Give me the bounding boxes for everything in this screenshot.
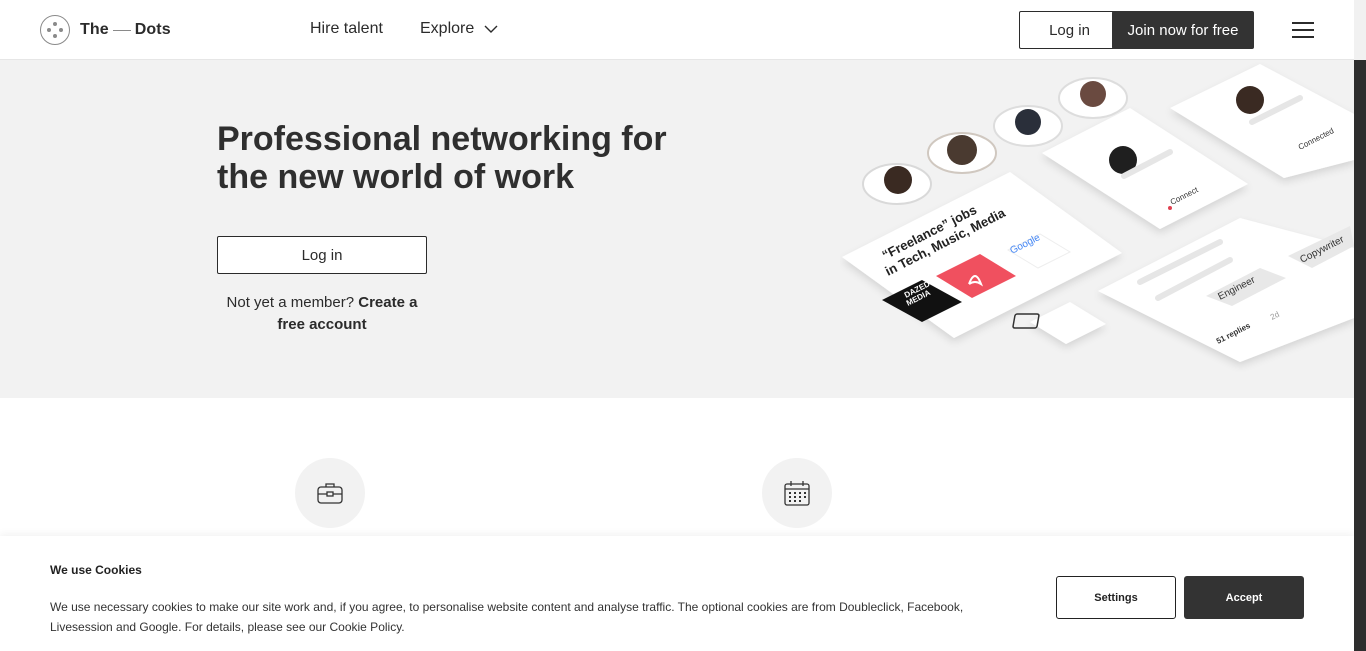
calendar-tile [1030,302,1106,344]
logo-wordmark: The Dots [80,21,171,39]
cookie-text: We use necessary cookies to make our sit… [50,600,964,634]
logo-word-the: The [80,21,109,38]
calendar-icon [784,481,810,506]
hero-illustration: Connect Connected “Freelance” jobs in Te… [842,64,1354,362]
hero-login-button[interactable]: Log in [217,236,427,274]
cookie-banner: We use Cookies We use necessary cookies … [0,536,1354,651]
avatar [884,166,912,194]
logo-dash [112,29,131,31]
cookie-title: We use Cookies [50,563,142,577]
briefcase-icon [317,483,343,504]
avatar [1236,86,1264,114]
avatar [1015,109,1041,135]
logo-link[interactable]: The Dots [40,15,171,45]
nav-hire-talent[interactable]: Hire talent [310,20,383,38]
site-header: The Dots Hire talent Explore Log in Join… [0,0,1354,60]
hero-section: Professional networking for the new worl… [0,60,1354,398]
avatar [1080,81,1106,107]
header-login-button[interactable]: Log in [1019,11,1120,49]
logo-word-dots: Dots [134,21,171,38]
cookie-settings-button[interactable]: Settings [1056,576,1176,619]
menu-icon[interactable] [1292,22,1314,38]
scrollbar-thumb[interactable] [1354,60,1366,651]
cookie-accept-button[interactable]: Accept [1184,576,1304,619]
member-prompt: Not yet a member? Create a free account [217,292,427,336]
chevron-down-icon [484,25,498,33]
feature-briefcase [295,458,365,528]
avatar [947,135,977,165]
hero-title: Professional networking for the new worl… [217,120,667,196]
feature-calendar [762,458,832,528]
join-button[interactable]: Join now for free [1112,11,1254,49]
dots-logo-icon [40,15,70,45]
member-prompt-text: Not yet a member? [226,294,355,311]
nav-explore-label: Explore [420,20,475,37]
nav-explore[interactable]: Explore [420,20,498,38]
